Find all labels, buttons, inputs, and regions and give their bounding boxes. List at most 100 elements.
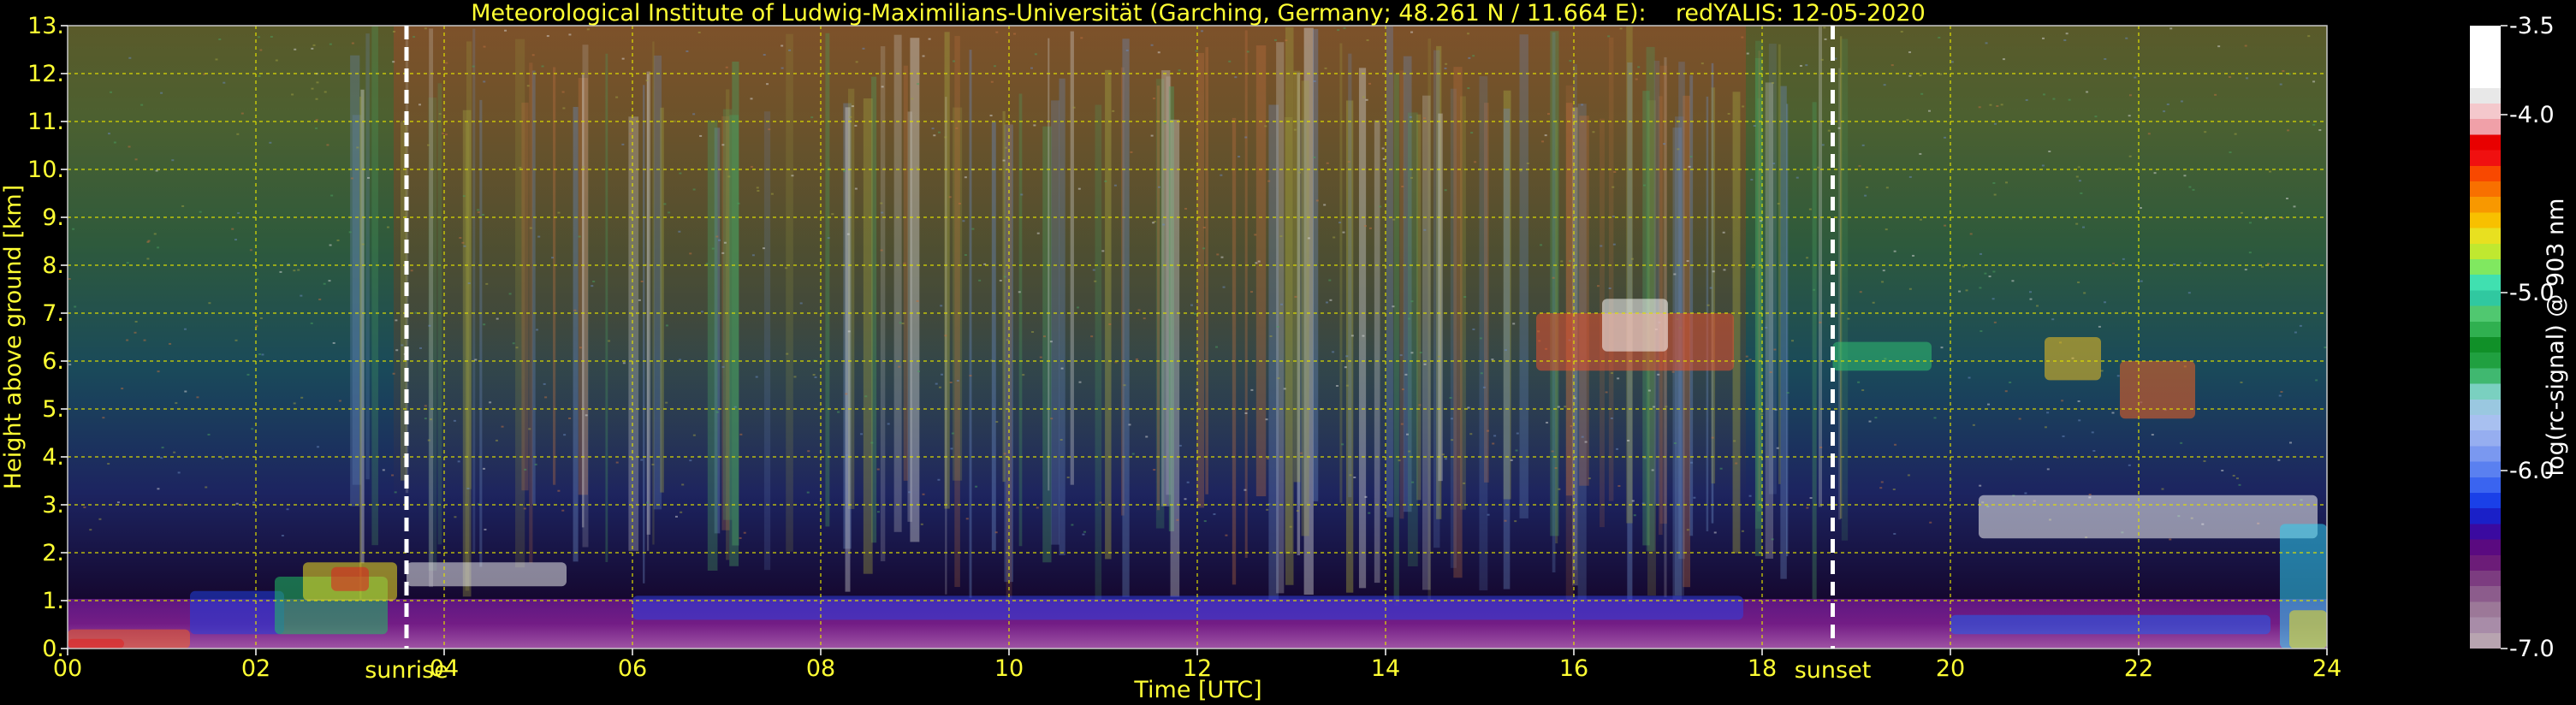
- noise-dot: [1112, 110, 1115, 112]
- noise-dot: [557, 489, 561, 492]
- cloud-feature: [1979, 495, 2318, 539]
- noise-dot: [1039, 356, 1042, 358]
- noise-dot: [2180, 441, 2183, 444]
- streak: [1386, 26, 1393, 518]
- noise-dot: [678, 230, 681, 233]
- noise-dot: [1201, 30, 1204, 33]
- colorbar-tick-label: -4.0: [2509, 102, 2555, 128]
- noise-dot: [121, 388, 124, 390]
- streak: [1399, 70, 1404, 519]
- noise-dot: [310, 322, 313, 324]
- y-tick-label: 0.: [42, 636, 64, 662]
- noise-dot: [1950, 61, 1954, 63]
- noise-dot: [1504, 349, 1507, 352]
- noise-dot: [147, 240, 151, 242]
- noise-dot: [1298, 171, 1302, 174]
- streak: [605, 53, 608, 562]
- noise-dot: [1423, 228, 1427, 231]
- noise-dot: [1642, 184, 1646, 187]
- noise-dot: [102, 417, 105, 419]
- noise-dot: [1985, 42, 1988, 44]
- noise-dot: [2002, 58, 2005, 61]
- noise-dot: [1584, 441, 1588, 443]
- streak: [1608, 37, 1614, 501]
- noise-dot: [1611, 372, 1614, 375]
- noise-dot: [1671, 370, 1675, 373]
- noise-dot: [582, 165, 585, 168]
- noise-dot: [2260, 265, 2264, 268]
- noise-dot: [881, 86, 884, 88]
- noise-dot: [1546, 113, 1550, 116]
- noise-dot: [1195, 50, 1198, 52]
- noise-dot: [1315, 199, 1319, 202]
- noise-dot: [1332, 351, 1335, 353]
- noise-dot: [1043, 335, 1047, 338]
- noise-dot: [1238, 156, 1241, 158]
- noise-dot: [1234, 76, 1238, 79]
- noise-dot: [751, 311, 755, 313]
- noise-dot: [668, 211, 671, 214]
- streak: [1689, 74, 1694, 536]
- noise-dot: [1944, 136, 1947, 139]
- noise-dot: [689, 252, 692, 255]
- noise-dot: [1823, 27, 1826, 29]
- noise-dot: [944, 335, 947, 337]
- noise-dot: [1746, 52, 1749, 55]
- noise-dot: [674, 515, 678, 518]
- noise-dot: [1673, 442, 1677, 445]
- noise-dot: [1619, 27, 1623, 30]
- noise-dot: [1285, 39, 1288, 42]
- streak: [732, 62, 739, 546]
- noise-dot: [1472, 55, 1475, 57]
- noise-dot: [814, 376, 817, 378]
- noise-dot: [1514, 520, 1517, 523]
- noise-dot: [1992, 181, 1996, 184]
- noise-dot: [2294, 331, 2297, 334]
- streak: [1841, 39, 1849, 541]
- noise-dot: [1637, 66, 1641, 68]
- noise-dot: [1363, 225, 1367, 228]
- noise-dot: [438, 113, 442, 116]
- streak: [521, 102, 529, 491]
- noise-dot: [177, 471, 181, 474]
- cloud-feature: [2045, 337, 2101, 381]
- noise-dot: [1989, 104, 1992, 106]
- noise-dot: [1847, 317, 1850, 320]
- noise-dot: [645, 80, 649, 82]
- noise-dot: [849, 116, 852, 118]
- noise-dot: [917, 370, 920, 373]
- noise-dot: [1907, 474, 1910, 477]
- noise-dot: [1612, 243, 1616, 246]
- x-tick-label: 08: [806, 655, 835, 682]
- noise-dot: [568, 33, 572, 36]
- noise-dot: [1450, 418, 1453, 420]
- noise-dot: [1162, 223, 1166, 226]
- noise-dot: [2128, 464, 2131, 466]
- noise-dot: [1379, 205, 1382, 208]
- noise-dot: [751, 254, 755, 257]
- noise-dot: [1020, 193, 1024, 196]
- noise-dot: [1809, 497, 1813, 500]
- noise-dot: [269, 141, 272, 144]
- noise-dot: [523, 507, 526, 510]
- noise-dot: [1345, 355, 1349, 358]
- noise-dot: [1280, 303, 1284, 305]
- noise-dot: [1018, 291, 1021, 293]
- noise-dot: [146, 258, 150, 260]
- noise-dot: [329, 244, 332, 246]
- noise-dot: [1408, 450, 1411, 453]
- noise-dot: [959, 202, 962, 204]
- streak: [1438, 113, 1443, 482]
- noise-dot: [489, 401, 492, 404]
- noise-dot: [332, 341, 335, 344]
- noise-dot: [1313, 156, 1316, 158]
- noise-dot: [291, 93, 294, 96]
- streak: [1122, 39, 1130, 597]
- noise-dot: [880, 202, 883, 204]
- noise-dot: [126, 262, 129, 264]
- streak: [1519, 34, 1528, 518]
- noise-dot: [1723, 269, 1726, 271]
- noise-dot: [1163, 121, 1166, 124]
- noise-dot: [205, 486, 208, 489]
- noise-dot: [454, 516, 457, 518]
